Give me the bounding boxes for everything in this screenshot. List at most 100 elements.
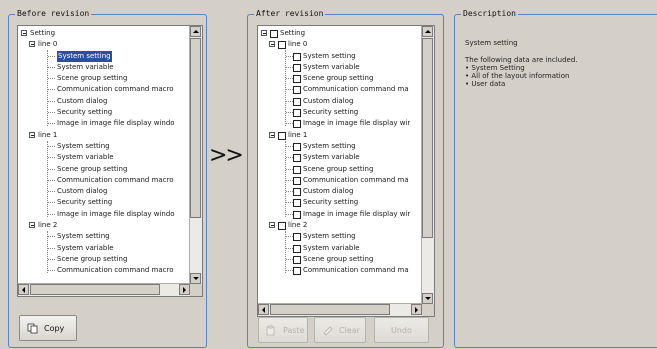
checkbox-icon[interactable] — [293, 244, 301, 253]
checkbox-icon[interactable] — [293, 120, 301, 129]
tree-item[interactable]: Communication command macro — [18, 265, 189, 276]
tree-item[interactable]: System variable — [258, 62, 421, 73]
tree-item[interactable]: System setting — [18, 231, 189, 242]
tree-item[interactable]: System setting — [258, 141, 421, 152]
tree-item[interactable]: Security setting — [258, 197, 421, 208]
copy-button[interactable]: Copy — [19, 315, 77, 341]
checkbox-icon[interactable] — [293, 109, 301, 118]
collapse-icon[interactable] — [29, 222, 35, 229]
tree-item[interactable]: Scene group setting — [18, 73, 189, 84]
checkbox-icon[interactable] — [293, 267, 301, 276]
tree-root[interactable]: Setting — [18, 28, 189, 39]
before-tree-view[interactable]: Setting line 0 System setting System variab… — [17, 25, 203, 297]
checkbox-icon[interactable] — [293, 233, 301, 242]
scroll-right-icon[interactable] — [411, 304, 422, 315]
checkbox-icon[interactable] — [293, 199, 301, 208]
tree-item[interactable]: Custom dialog — [258, 96, 421, 107]
tree-item[interactable]: Image in image file display windo — [18, 209, 189, 220]
tree-item[interactable]: Image in image file display wir — [258, 209, 421, 220]
scroll-down-icon[interactable] — [190, 273, 201, 284]
paste-button[interactable]: Paste — [258, 317, 308, 343]
clear-button[interactable]: Clear — [314, 317, 366, 343]
before-horizontal-scrollbar[interactable] — [18, 283, 190, 296]
collapse-icon[interactable] — [29, 131, 35, 138]
tree-group[interactable]: line 1 — [18, 130, 189, 141]
checkbox-icon[interactable] — [278, 131, 286, 140]
checkbox-icon[interactable] — [270, 30, 278, 38]
checkbox-icon[interactable] — [293, 210, 301, 219]
scroll-thumb[interactable] — [270, 304, 390, 315]
undo-button[interactable]: Undo — [374, 317, 429, 343]
tree-item-label: Custom dialog — [57, 187, 108, 196]
tree-item[interactable]: Image in image file display wir — [258, 118, 421, 129]
checkbox-icon[interactable] — [293, 142, 301, 151]
tree-item[interactable]: System setting — [18, 50, 189, 62]
tree-item[interactable]: Custom dialog — [18, 186, 189, 197]
tree-item-label: System variable — [57, 62, 114, 71]
checkbox-icon[interactable] — [293, 188, 301, 197]
tree-item[interactable]: Scene group setting — [18, 254, 189, 265]
collapse-icon[interactable] — [269, 131, 275, 138]
scroll-left-icon[interactable] — [18, 284, 29, 295]
checkbox-icon[interactable] — [293, 52, 301, 61]
scroll-down-icon[interactable] — [422, 293, 433, 304]
tree-item[interactable]: Custom dialog — [258, 186, 421, 197]
tree-root[interactable]: Setting — [258, 28, 421, 39]
tree-group[interactable]: line 2 — [258, 220, 421, 231]
tree-group[interactable]: line 0 — [258, 39, 421, 50]
tree-item[interactable]: Communication command ma — [258, 175, 421, 186]
after-tree-view[interactable]: Setting line 0 System setting System variab… — [257, 25, 435, 317]
tree-connector — [48, 202, 55, 204]
collapse-icon[interactable] — [261, 30, 267, 36]
tree-item[interactable]: Image in image file display windo — [18, 118, 189, 129]
tree-item[interactable]: Security setting — [18, 107, 189, 118]
scroll-up-icon[interactable] — [422, 26, 433, 37]
collapse-icon[interactable] — [269, 222, 275, 229]
after-vertical-scrollbar[interactable] — [421, 26, 434, 304]
scroll-thumb[interactable] — [30, 284, 160, 295]
scroll-right-icon[interactable] — [179, 284, 190, 295]
checkbox-icon[interactable] — [293, 75, 301, 84]
checkbox-icon[interactable] — [293, 165, 301, 174]
scroll-thumb[interactable] — [422, 38, 433, 238]
tree-item[interactable]: System setting — [18, 141, 189, 152]
tree-group[interactable]: line 2 — [18, 220, 189, 231]
tree-item[interactable]: System variable — [258, 243, 421, 254]
tree-item[interactable]: Communication command macro — [18, 175, 189, 186]
tree-group[interactable]: line 1 — [258, 130, 421, 141]
checkbox-icon[interactable] — [278, 41, 286, 50]
tree-item[interactable]: Scene group setting — [258, 164, 421, 175]
checkbox-icon[interactable] — [293, 86, 301, 95]
checkbox-icon[interactable] — [293, 176, 301, 185]
after-horizontal-scrollbar[interactable] — [258, 303, 422, 316]
collapse-icon[interactable] — [29, 41, 35, 48]
tree-item[interactable]: Custom dialog — [18, 96, 189, 107]
scroll-up-icon[interactable] — [190, 26, 201, 37]
tree-item[interactable]: Scene group setting — [258, 254, 421, 265]
checkbox-icon[interactable] — [293, 97, 301, 106]
tree-item[interactable]: Communication command macro — [18, 84, 189, 95]
tree-item[interactable]: System variable — [258, 152, 421, 163]
checkbox-icon[interactable] — [293, 63, 301, 72]
collapse-icon[interactable] — [269, 41, 275, 48]
scroll-thumb[interactable] — [190, 38, 201, 218]
checkbox-icon[interactable] — [293, 154, 301, 163]
tree-item[interactable]: Scene group setting — [18, 164, 189, 175]
tree-item[interactable]: System setting — [258, 231, 421, 242]
tree-group[interactable]: line 0 — [18, 39, 189, 50]
tree-item[interactable]: System variable — [18, 152, 189, 163]
tree-item[interactable]: Communication command ma — [258, 265, 421, 276]
collapse-icon[interactable] — [21, 30, 27, 36]
checkbox-icon[interactable] — [278, 222, 286, 231]
tree-item[interactable]: Communication command ma — [258, 84, 421, 95]
scroll-left-icon[interactable] — [258, 304, 269, 315]
tree-item[interactable]: Security setting — [18, 197, 189, 208]
tree-item[interactable]: Scene group setting — [258, 73, 421, 84]
tree-item[interactable]: Security setting — [258, 107, 421, 118]
tree-item-label: Communication command macro — [57, 175, 174, 184]
tree-item[interactable]: System variable — [18, 62, 189, 73]
tree-item[interactable]: System setting — [258, 51, 421, 62]
before-vertical-scrollbar[interactable] — [189, 26, 202, 284]
tree-item[interactable]: System variable — [18, 243, 189, 254]
checkbox-icon[interactable] — [293, 255, 301, 264]
